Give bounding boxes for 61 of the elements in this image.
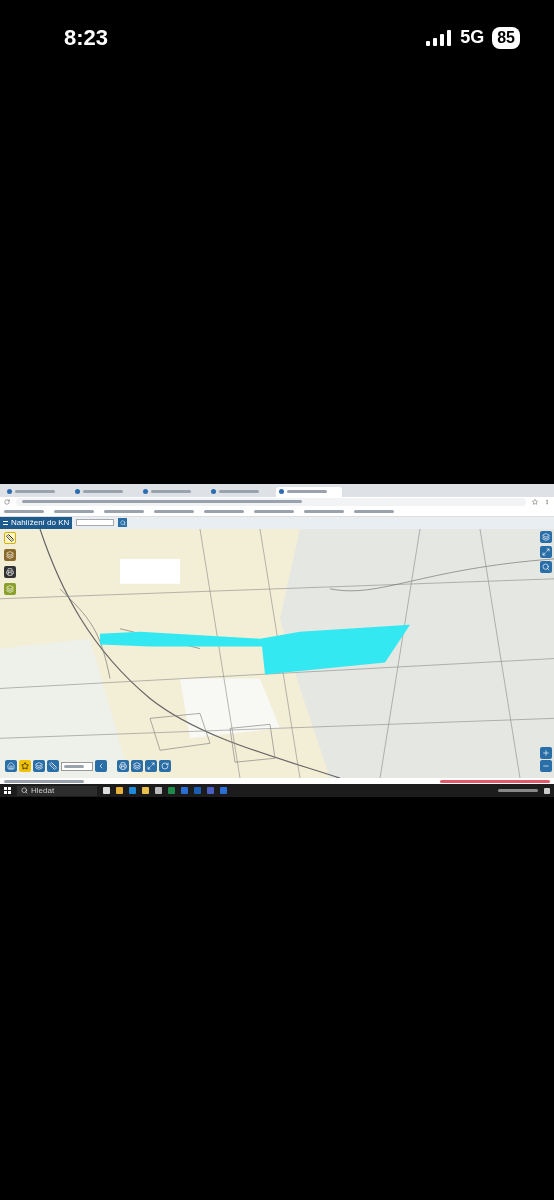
blurred-text-drawing (54, 509, 94, 513)
blurred-text-drawing (151, 490, 191, 494)
home-button[interactable] (5, 760, 17, 773)
battery-indicator: 85 (492, 26, 520, 49)
blurred-text-drawing (4, 509, 44, 513)
layers-icon (6, 550, 14, 559)
blurred-text-drawing (83, 490, 123, 494)
back-button[interactable] (95, 760, 107, 773)
signal-icon (426, 29, 453, 46)
tab-favicon-icon (211, 489, 216, 495)
notification-icon[interactable] (544, 787, 550, 794)
status-time: 8:23 (64, 24, 109, 52)
tab-favicon-icon (143, 489, 148, 495)
search-button[interactable] (118, 518, 128, 528)
map-tool-button[interactable] (19, 760, 31, 773)
expand-icon (147, 762, 155, 771)
blurred-text-drawing (254, 509, 294, 513)
chevron-left-icon (97, 762, 105, 771)
blurred-text-drawing (204, 509, 244, 513)
windows-start-icon[interactable] (4, 787, 11, 794)
layers-icon (542, 532, 550, 541)
zoom-in-button[interactable] (540, 747, 552, 760)
star-icon (21, 762, 29, 771)
tab-favicon-icon (7, 489, 12, 495)
tab-favicon-icon (75, 489, 80, 495)
star-icon[interactable] (532, 498, 538, 505)
blurred-text-drawing (498, 789, 538, 792)
search-icon (119, 519, 126, 526)
blurred-text-drawing (304, 509, 344, 513)
printer-icon (6, 567, 14, 576)
home-icon (7, 762, 15, 771)
address-bar[interactable] (16, 497, 526, 506)
blurred-text-drawing (287, 490, 327, 494)
ruler-icon (49, 762, 57, 771)
rotate-icon (161, 762, 169, 771)
network-label: 5G (460, 26, 485, 49)
search-icon (21, 787, 28, 794)
reload-icon[interactable] (4, 498, 10, 505)
expand-icon (542, 547, 550, 556)
blurred-text-drawing (154, 509, 194, 513)
menu-icon[interactable] (3, 520, 8, 525)
scale-select[interactable] (61, 761, 93, 771)
search-field[interactable] (76, 519, 115, 527)
blurred-text-drawing (354, 509, 394, 513)
browser-tab[interactable] (276, 486, 342, 497)
taskbar-search-placeholder: Hledat (31, 786, 55, 795)
plus-icon (542, 749, 550, 758)
layers-icon (6, 584, 14, 593)
layers-icon (133, 762, 141, 771)
blurred-text-drawing (219, 490, 259, 494)
app-title: Nahlížení do KN (11, 518, 70, 527)
blurred-text-drawing (64, 764, 84, 768)
blurred-text-drawing (15, 490, 55, 494)
layers-icon (35, 762, 43, 771)
blurred-text-drawing (104, 509, 144, 513)
tab-favicon-icon (279, 489, 284, 495)
ruler-icon (6, 533, 14, 542)
taskbar-search-field[interactable]: Hledat (17, 785, 97, 796)
search-icon (542, 562, 550, 571)
zoom-out-button[interactable] (540, 760, 552, 773)
printer-icon (119, 762, 127, 771)
